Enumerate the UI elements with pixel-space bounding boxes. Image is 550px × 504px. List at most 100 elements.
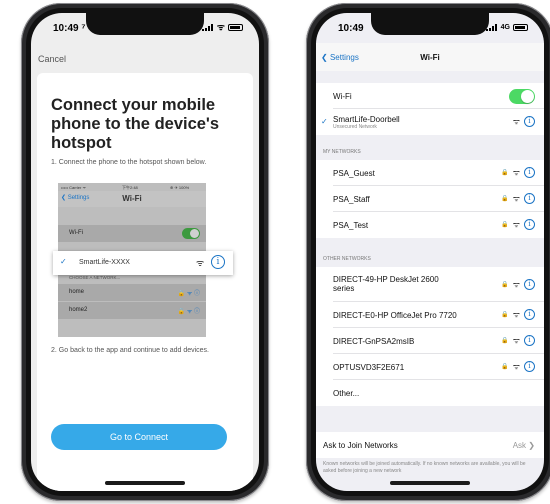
left-screen: 10:49 ⁷ ᯤ Cancel Connect your mobile pho…: [31, 13, 259, 491]
ask-to-join-value: Ask ❯: [513, 441, 535, 450]
other-network-row[interactable]: Other...: [316, 380, 544, 406]
chevron-right-icon: ❯: [528, 441, 535, 450]
info-icon[interactable]: i: [524, 116, 535, 127]
wifi-icon: ᯤ: [512, 194, 520, 203]
battery-icon: [228, 24, 243, 31]
lock-icon: 🔒: [501, 170, 509, 176]
wifi-icon: ᯤ: [512, 220, 520, 229]
network-row[interactable]: DIRECT-E0-HP OfficeJet Pro 7720 🔒 ᯤ i: [316, 302, 544, 328]
network-icons: ᯤ i: [513, 116, 535, 127]
stage: 10:49 ⁷ ᯤ Cancel Connect your mobile pho…: [0, 0, 550, 504]
wifi-icon: ᯤ: [196, 258, 205, 268]
wifi-group: Wi-Fi ✓ SmartLife-Doorbell Unsecured Net…: [316, 83, 544, 135]
network-type: 4G: [500, 24, 510, 31]
left-phone: 10:49 ⁷ ᯤ Cancel Connect your mobile pho…: [21, 3, 269, 501]
info-icon: i: [211, 255, 225, 269]
info-icon[interactable]: i: [524, 335, 535, 346]
network-icons: 🔒 ᯤ i: [501, 361, 535, 372]
illustration-network-row: home 🔒 ᯤ ⓘ: [58, 284, 206, 301]
my-networks-header: MY NETWORKS: [323, 149, 361, 155]
right-phone: 10:49 4G ❮ Settings Wi-Fi Wi-Fi ✓ SmartL…: [306, 3, 550, 501]
wifi-icon: ᯤ: [512, 336, 520, 345]
network-row[interactable]: DIRECT-49-HP DeskJet 2600 series 🔒 ᯤ i: [316, 267, 544, 302]
nav-bar: ❮ Settings Wi-Fi: [316, 43, 544, 71]
network-icons: 🔒 ᯤ i: [501, 167, 535, 178]
go-to-connect-button[interactable]: Go to Connect: [51, 424, 227, 450]
illustration-nav: ❮ Settings Wi-Fi: [58, 191, 206, 207]
other-label: Other...: [333, 389, 360, 398]
lock-icon: 🔒: [501, 282, 509, 288]
connected-network-name: SmartLife-Doorbell: [333, 115, 400, 124]
battery-icon: [513, 24, 528, 31]
status-time: 10:49 ⁷: [53, 23, 86, 34]
network-name: DIRECT-49-HP DeskJet 2600 series: [333, 275, 439, 293]
connected-network: SmartLife-Doorbell Unsecured Network: [333, 115, 400, 130]
status-icons: ᯤ: [201, 23, 243, 32]
notch: [86, 13, 204, 35]
info-icon[interactable]: i: [524, 309, 535, 320]
network-name: OPTUSVD3F2E671: [333, 363, 405, 372]
ask-value: Ask: [512, 441, 527, 450]
info-icon[interactable]: i: [524, 279, 535, 290]
checkmark-icon: ✓: [321, 117, 328, 126]
connected-network-row[interactable]: ✓ SmartLife-Doorbell Unsecured Network ᯤ…: [316, 109, 544, 135]
wifi-toggle[interactable]: [509, 89, 535, 104]
lock-icon: 🔒: [501, 196, 509, 202]
page-title: Connect your mobile phone to the device'…: [51, 96, 220, 152]
network-row[interactable]: OPTUSVD3F2E671 🔒 ᯤ i: [316, 354, 544, 380]
status-time: 10:49: [338, 23, 364, 34]
lock-icon: 🔒: [501, 364, 509, 370]
right-screen: 10:49 4G ❮ Settings Wi-Fi Wi-Fi ✓ SmartL…: [316, 13, 544, 491]
network-name: PSA_Test: [333, 221, 369, 230]
network-icons: 🔒 ᯤ i: [501, 309, 535, 320]
step-two-text: 2. Go back to the app and continue to ad…: [51, 347, 209, 354]
notch: [371, 13, 489, 35]
status-icons: 4G: [485, 24, 528, 31]
other-networks-header: OTHER NETWORKS: [323, 256, 371, 262]
wifi-icon: ᯤ: [512, 362, 520, 371]
other-networks-group: DIRECT-49-HP DeskJet 2600 series 🔒 ᯤ i DIR…: [316, 267, 544, 406]
hotspot-name: SmartLife-XXXX: [79, 259, 130, 266]
info-icon[interactable]: i: [524, 219, 535, 230]
network-row[interactable]: DIRECT-GnPSA2msIB 🔒 ᯤ i: [316, 328, 544, 354]
checkmark-icon: ✓: [60, 257, 67, 266]
illustration-network-icons: 🔒 ᯤ ⓘ: [177, 291, 200, 297]
illustration-wifi-row: Wi-Fi: [58, 225, 206, 242]
home-indicator: [390, 481, 470, 485]
network-icons: 🔒 ᯤ i: [501, 219, 535, 230]
info-icon[interactable]: i: [524, 167, 535, 178]
network-row[interactable]: PSA_Test 🔒 ᯤ i: [316, 212, 544, 238]
network-icons: 🔒 ᯤ i: [501, 193, 535, 204]
illustration-status-bar: ••••• Carrier ᯤ 下午2:48 ⊕ ✈ 100%: [58, 183, 206, 191]
illustration-network-icons: 🔒 ᯤ ⓘ: [177, 309, 200, 315]
home-indicator: [105, 481, 185, 485]
network-icons: 🔒 ᯤ i: [501, 335, 535, 346]
network-row[interactable]: PSA_Staff 🔒 ᯤ i: [316, 186, 544, 212]
ask-to-join-row[interactable]: Ask to Join Networks Ask ❯: [316, 432, 544, 458]
step-one-text: 1. Connect the phone to the hotspot show…: [51, 159, 207, 166]
cancel-button[interactable]: Cancel: [38, 54, 66, 64]
info-icon[interactable]: i: [524, 193, 535, 204]
wifi-icon: ᯤ: [512, 168, 520, 177]
network-row[interactable]: PSA_Guest 🔒 ᯤ i: [316, 160, 544, 186]
illustration-network-name: home: [69, 289, 85, 295]
ask-to-join-footer: Known networks will be joined automatica…: [323, 461, 526, 474]
connected-network-security: Unsecured Network: [333, 124, 377, 130]
illustration-wifi-label: Wi-Fi: [69, 230, 83, 236]
wifi-icon: ᯤ: [512, 310, 520, 319]
illustration-battery: ⊕ ✈ 100%: [170, 185, 190, 190]
signal-icon: [201, 24, 214, 31]
info-icon[interactable]: i: [524, 361, 535, 372]
ask-to-join-label: Ask to Join Networks: [323, 441, 398, 450]
network-name: PSA_Guest: [333, 169, 375, 178]
network-name: PSA_Staff: [333, 195, 370, 204]
illustration-toggle: [182, 228, 200, 239]
lock-icon: 🔒: [501, 222, 509, 228]
network-name: DIRECT-GnPSA2msIB: [333, 337, 415, 346]
instruction-sheet: Connect your mobile phone to the device'…: [37, 73, 253, 491]
wifi-icon: ᯤ: [512, 117, 520, 126]
my-networks-group: PSA_Guest 🔒 ᯤ i PSA_Staff 🔒 ᯤ i PSA_Test 🔒 ᯤ i: [316, 160, 544, 238]
illustration-title: Wi-Fi: [122, 194, 142, 203]
wifi-label: Wi-Fi: [333, 92, 352, 101]
network-icons: 🔒 ᯤ i: [501, 279, 535, 290]
